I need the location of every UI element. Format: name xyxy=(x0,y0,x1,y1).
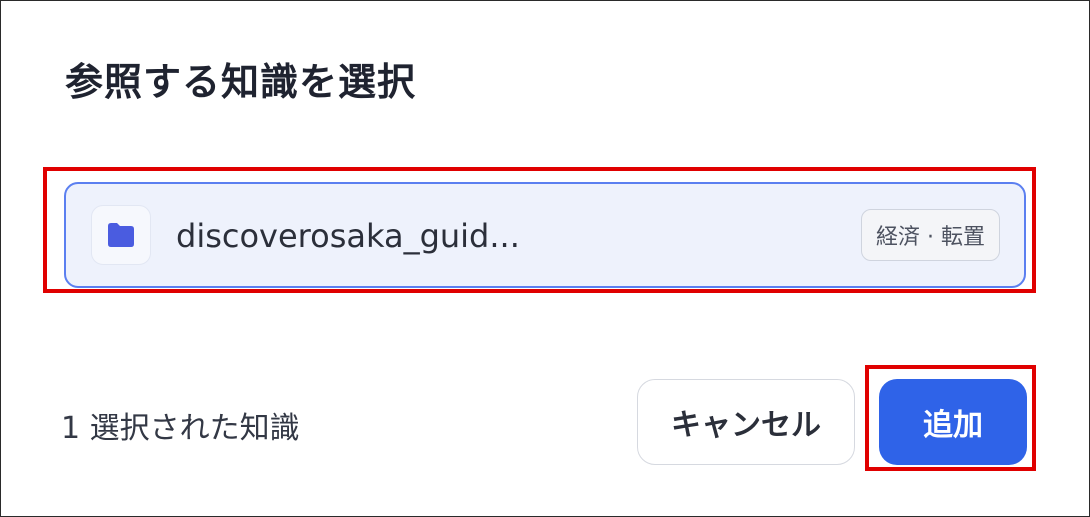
selected-count-label: 1 選択された知識 xyxy=(61,411,300,446)
cancel-button[interactable]: キャンセル xyxy=(637,379,855,465)
dialog-title: 参照する知識を選択 xyxy=(65,60,417,104)
annotation-highlight-item xyxy=(43,167,1036,293)
annotation-highlight-add-button xyxy=(865,365,1036,471)
